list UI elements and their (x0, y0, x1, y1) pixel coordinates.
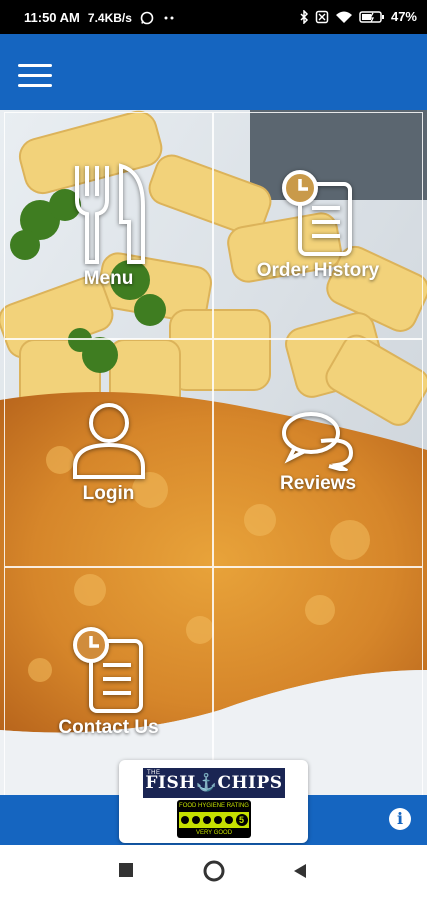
tile-order-history-label: Order History (256, 259, 380, 281)
tile-login[interactable]: Login (4, 339, 213, 567)
chat-bubbles-icon (282, 412, 354, 471)
hygiene-score: 5 (235, 814, 248, 826)
tile-reviews[interactable]: Reviews (213, 339, 423, 567)
clock-document-icon (282, 169, 352, 256)
hamburger-icon[interactable] (18, 64, 52, 90)
clock: 11:50 AM (24, 10, 80, 25)
fish-chips-logo: THE FISH⚓CHIPS (143, 768, 285, 798)
battery-percent: 47% (390, 9, 417, 24)
tile-reviews-label: Reviews (279, 473, 357, 494)
sim-off-icon (315, 10, 329, 24)
app-bar (0, 34, 427, 110)
tile-menu-label: Menu (83, 267, 134, 289)
clock-document-icon (72, 626, 143, 713)
square-icon[interactable] (118, 862, 134, 883)
tile-contact-us-label: Contact Us (58, 716, 159, 738)
hero-background: Menu Order History Login Reviews Contact… (0, 110, 427, 798)
tile-menu[interactable]: Menu (4, 112, 213, 339)
triangle-back-icon[interactable] (293, 863, 307, 884)
net-speed: 7.4KB/s (87, 10, 132, 25)
circle-icon[interactable] (203, 860, 225, 887)
tile-order-history[interactable]: Order History (213, 112, 423, 339)
dots-icon (162, 15, 176, 21)
food-hygiene-rating: FOOD HYGIENE RATING 5 VERY GOOD (177, 800, 251, 838)
status-bar: 11:50 AM 7.4KB/s 47% (0, 0, 427, 34)
whatsapp-icon (140, 11, 154, 25)
bluetooth-icon (299, 9, 309, 24)
info-icon[interactable]: i (389, 808, 411, 830)
user-icon (72, 403, 145, 479)
brand-badge: THE FISH⚓CHIPS FOOD HYGIENE RATING 5 VER… (119, 760, 308, 843)
system-nav-bar (0, 845, 427, 900)
fork-knife-icon (74, 162, 145, 264)
wifi-icon (335, 10, 353, 24)
tile-login-label: Login (82, 483, 135, 504)
battery-icon (359, 10, 385, 24)
